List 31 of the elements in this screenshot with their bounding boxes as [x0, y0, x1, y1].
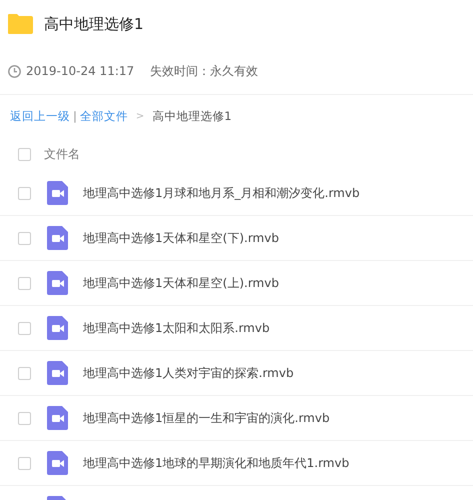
video-file-icon	[47, 406, 68, 430]
separator: |	[73, 109, 77, 123]
file-checkbox[interactable]	[18, 366, 31, 380]
column-header: 文件名	[44, 146, 80, 162]
video-file-icon	[47, 361, 68, 385]
file-checkbox[interactable]	[18, 456, 31, 470]
file-name[interactable]: 地理高中选修1月球和地月系_月相和潮汐变化.rmvb	[83, 184, 360, 202]
folder-title: 高中地理选修1	[44, 14, 144, 34]
share-time: 2019-10-24 11:17	[26, 64, 134, 78]
folder-icon	[8, 14, 33, 34]
video-file-icon	[47, 316, 68, 340]
file-name[interactable]: 地理高中选修1恒星的一生和宇宙的演化.rmvb	[83, 410, 330, 426]
clock-icon	[8, 64, 21, 78]
file-name[interactable]: 地理高中选修1太阳和太阳系.rmvb	[83, 320, 270, 336]
video-file-icon	[47, 451, 68, 475]
breadcrumb-arrow: >	[136, 110, 144, 122]
file-name[interactable]: 地理高中选修1地球的早期演化和地质年代1.rmvb	[83, 454, 350, 472]
file-name[interactable]: 地理高中选修1天体和星空(下).rmvb	[83, 230, 279, 246]
file-name[interactable]: 地理高中选修1天体和星空(上).rmvb	[83, 274, 279, 292]
video-file-icon	[47, 181, 68, 205]
file-checkbox[interactable]	[18, 276, 31, 290]
file-name[interactable]: 地理高中选修1人类对宇宙的探索.rmvb	[83, 364, 294, 382]
select-all-checkbox[interactable]	[18, 148, 31, 160]
file-checkbox[interactable]	[18, 412, 31, 424]
file-checkbox[interactable]	[18, 322, 31, 334]
video-file-icon	[47, 271, 68, 295]
current-folder: 高中地理选修1	[152, 108, 232, 124]
expiry-text: 失效时间：永久有效	[150, 62, 258, 80]
file-checkbox[interactable]	[18, 232, 31, 244]
video-file-icon	[47, 226, 68, 250]
file-checkbox[interactable]	[18, 186, 31, 200]
